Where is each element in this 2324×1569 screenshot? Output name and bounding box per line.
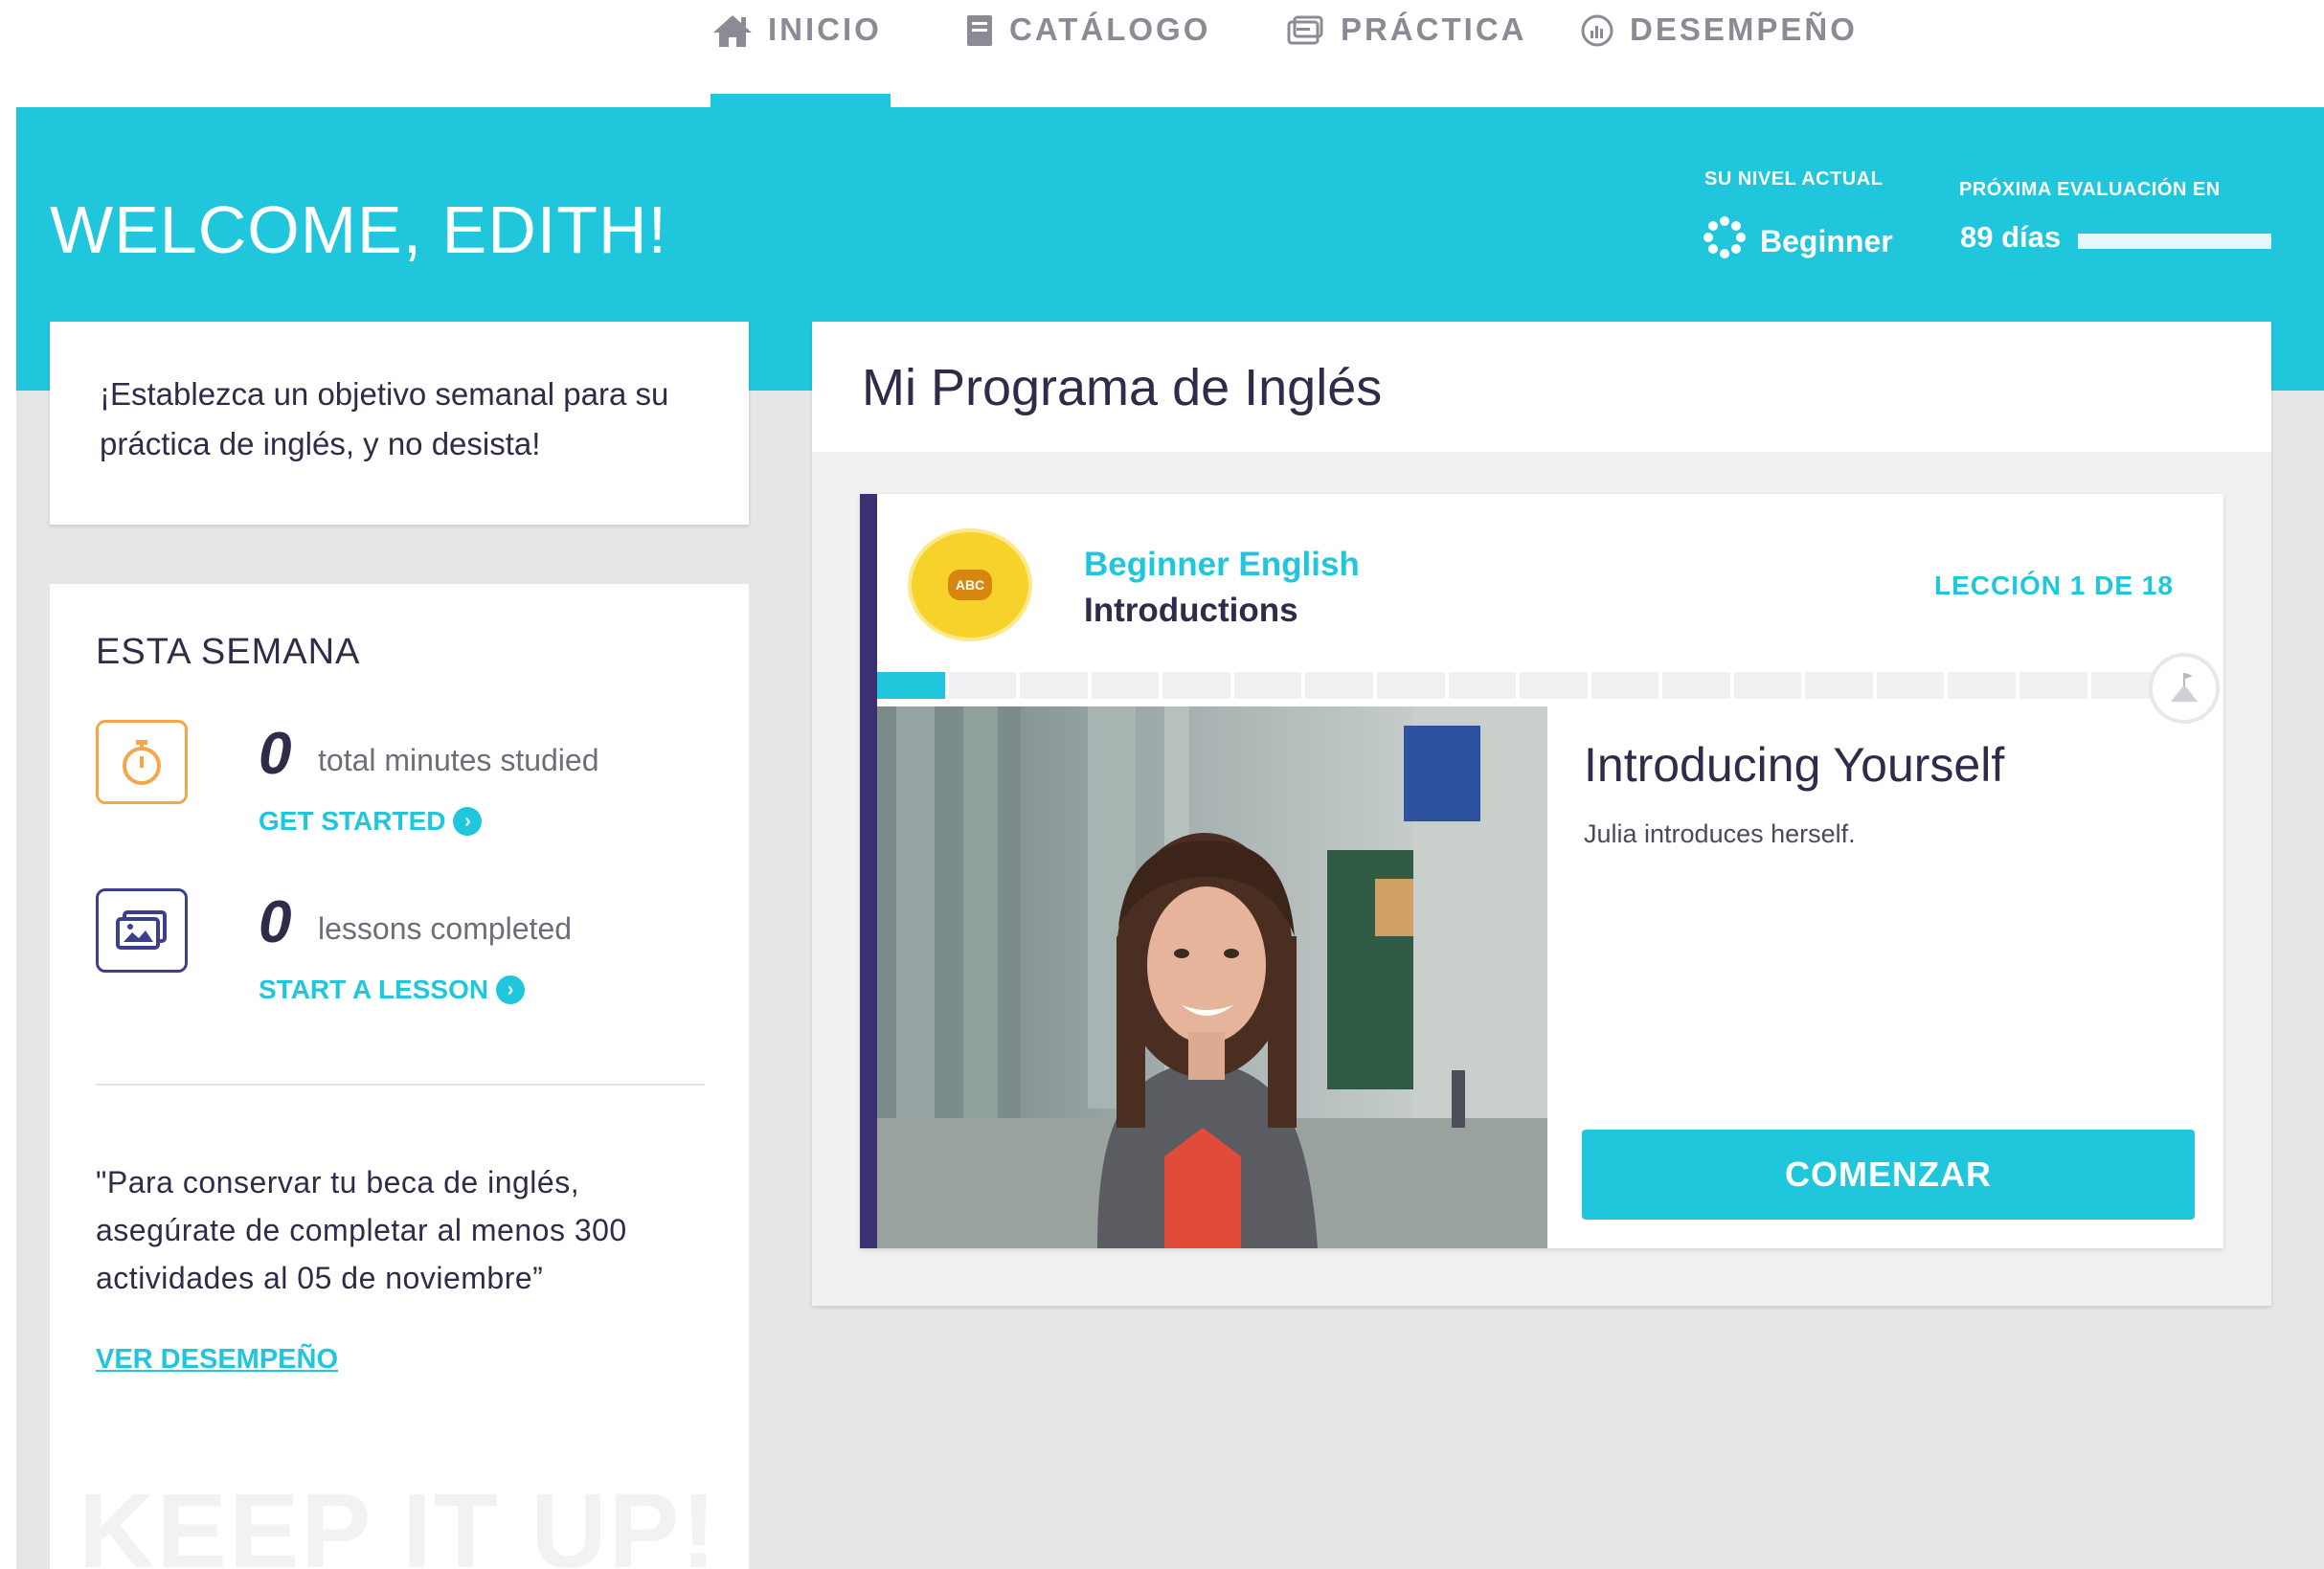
keep-it-up-watermark: KEEP IT UP!	[79, 1472, 718, 1569]
unit-name: Introductions	[1084, 592, 1298, 629]
course-badge-icon: ABC	[908, 528, 1032, 641]
progress-segment	[1733, 672, 1806, 699]
progress-segment	[948, 672, 1021, 699]
nav-item-practica[interactable]: PRÁCTICA	[1283, 0, 1527, 107]
nav-item-desempeno[interactable]: DESEMPEÑO	[1578, 0, 1858, 107]
view-performance-link[interactable]: VER DESEMPEÑO	[96, 1344, 338, 1376]
stopwatch-icon	[96, 720, 188, 804]
current-level-value: Beginner	[1760, 223, 1893, 258]
next-evaluation-label: PRÓXIMA EVALUACIÓN EN	[1959, 179, 2221, 200]
nav-label-desempeno: DESEMPEÑO	[1630, 11, 1858, 47]
lessons-completed-count: 0	[259, 889, 292, 955]
level-badge-icon	[1703, 215, 1747, 267]
lesson-title: Introducing Yourself	[1584, 738, 2005, 792]
book-icon	[963, 11, 996, 50]
progress-segment	[1376, 672, 1449, 699]
program-panel: Mi Programa de Inglés ABC Beginner Engli…	[812, 322, 2271, 1306]
current-level: Beginner	[1703, 215, 1893, 267]
start-lesson-label: START A LESSON	[259, 975, 489, 1004]
program-title: Mi Programa de Inglés	[862, 359, 1383, 416]
performance-icon	[1578, 11, 1616, 50]
progress-segment	[1448, 672, 1521, 699]
progress-segment	[1876, 672, 1949, 699]
lesson-photo	[877, 706, 1547, 1248]
top-nav: INICIO CATÁLOGO PRÁCTICA DESEMPEÑO	[0, 0, 2324, 107]
progress-segment	[1805, 672, 1877, 699]
progress-segment	[1662, 672, 1734, 699]
progress-segment	[1020, 672, 1092, 699]
nav-item-catalogo[interactable]: CATÁLOGO	[963, 0, 1210, 107]
chevron-right-circle-icon: ›	[496, 975, 526, 1004]
page: INICIO CATÁLOGO PRÁCTICA DESEMPEÑO WELCO…	[0, 0, 2324, 1569]
progress-segment	[1591, 672, 1663, 699]
course-name: Beginner English	[1084, 546, 1360, 583]
progress-segment	[1091, 672, 1163, 699]
lesson-counter: LECCIÓN 1 DE 18	[1934, 571, 2174, 600]
current-lesson-card[interactable]: ABC Beginner English Introductions LECCI…	[860, 494, 2223, 1248]
start-lesson-link[interactable]: START A LESSON ›	[259, 975, 526, 1005]
next-evaluation-value: 89 días	[1960, 220, 2062, 254]
minutes-studied-label: total minutes studied	[318, 743, 599, 777]
progress-segment	[1233, 672, 1306, 699]
program-header: Mi Programa de Inglés	[812, 322, 2271, 452]
lessons-icon	[96, 888, 188, 973]
weekly-goal-text: ¡Establezca un objetivo semanal para su …	[100, 376, 669, 461]
abc-bubble-icon: ABC	[948, 570, 992, 600]
get-started-label: GET STARTED	[259, 806, 446, 836]
current-level-label: SU NIVEL ACTUAL	[1704, 168, 1884, 190]
progress-segment	[1520, 672, 1591, 699]
lessons-completed-label: lessons completed	[318, 911, 573, 946]
weekly-goal-card[interactable]: ¡Establezca un objetivo semanal para su …	[50, 322, 749, 525]
chevron-right-circle-icon: ›	[453, 807, 483, 836]
nav-label-practica: PRÁCTICA	[1341, 11, 1527, 47]
home-icon	[711, 11, 755, 50]
scholarship-message: "Para conservar tu beca de inglés, asegú…	[96, 1165, 627, 1295]
nav-label-catalogo: CATÁLOGO	[1009, 11, 1211, 47]
start-lesson-button[interactable]: COMENZAR	[1582, 1130, 2195, 1220]
progress-segment	[877, 672, 949, 699]
progress-segment	[1162, 672, 1234, 699]
lesson-description: Julia introduces herself.	[1584, 819, 1856, 848]
evaluation-progress-bar	[2078, 234, 2271, 249]
progress-segment	[2019, 672, 2091, 699]
minutes-studied-count: 0	[259, 721, 292, 787]
progress-segment	[1305, 672, 1377, 699]
get-started-link[interactable]: GET STARTED ›	[259, 806, 483, 837]
lesson-progress-track	[877, 672, 2163, 699]
nav-label-inicio: INICIO	[768, 11, 882, 47]
nav-active-indicator	[711, 94, 891, 107]
welcome-title: WELCOME, EDITH!	[50, 192, 668, 267]
nav-item-inicio[interactable]: INICIO	[711, 0, 882, 107]
divider	[96, 1084, 705, 1086]
this-week-card: ESTA SEMANA 0 total minutes studied GET …	[50, 584, 749, 1569]
practice-icon	[1283, 11, 1327, 50]
finish-flag-icon	[2149, 653, 2220, 724]
this-week-title: ESTA SEMANA	[96, 632, 361, 672]
lesson-accent-bar	[860, 494, 877, 1248]
progress-segment	[1948, 672, 2019, 699]
